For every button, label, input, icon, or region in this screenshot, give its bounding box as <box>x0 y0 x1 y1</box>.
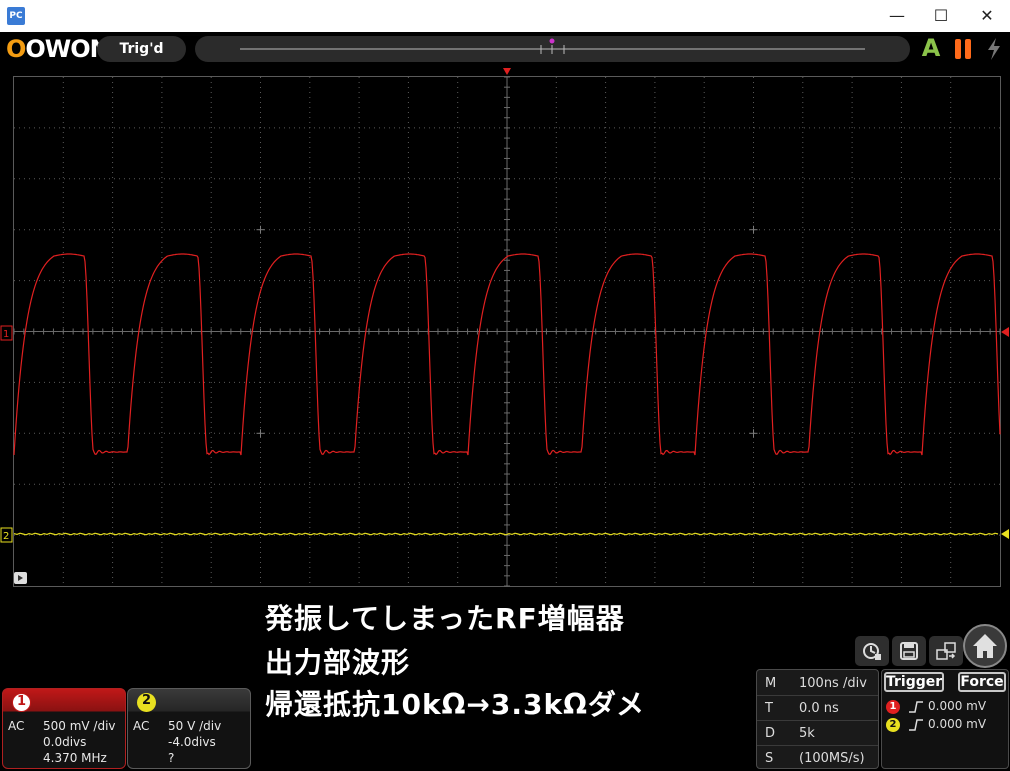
rising-edge-icon <box>909 718 923 731</box>
timebase-row-s: S (100MS/s) <box>765 751 865 766</box>
ch2-offset: -4.0divs <box>168 735 216 749</box>
title-bar: PC — ☐ ✕ <box>0 0 1010 32</box>
close-button[interactable]: ✕ <box>964 0 1010 32</box>
ch2-trigger-level: 0.000 mV <box>928 717 987 731</box>
timebase-row-d: D 5k <box>757 722 878 746</box>
minimize-button[interactable]: — <box>874 0 920 32</box>
ch1-marker-label: 1 <box>3 329 9 340</box>
ch2-badge: 2 <box>137 693 156 712</box>
note-line-1: 発振してしまったRF増幅器 <box>265 602 625 635</box>
trigger-status-badge: Trig'd <box>97 36 186 62</box>
waveform-position-bar[interactable] <box>195 36 910 62</box>
ch1-trigger-level: 0.000 mV <box>928 699 987 713</box>
ch1-frequency: 4.370 MHz <box>43 751 107 765</box>
ch2-trigger-row[interactable]: 2 0.000 mV <box>886 716 986 732</box>
force-button[interactable]: Force <box>958 672 1006 692</box>
pause-icon[interactable] <box>952 34 976 64</box>
note-line-3: 帰還抵抗10kΩ→3.3kΩダメ <box>265 688 646 721</box>
scope-screen: 1 2 <box>0 66 1010 590</box>
ch2-coupling: AC <box>133 719 150 733</box>
timebase-row-t: T 0.0 ns <box>757 697 878 721</box>
timebase-panel[interactable]: M 100ns /div T 0.0 ns D 5k S (100MS/s) <box>756 669 879 769</box>
cursor-icon[interactable] <box>855 636 889 666</box>
ch1-badge: 1 <box>12 693 31 712</box>
ch1-coupling: AC <box>8 719 25 733</box>
trigger-button[interactable]: Trigger <box>884 672 944 692</box>
rising-edge-icon <box>909 700 923 713</box>
scope-display: 1 2 <box>0 66 1010 590</box>
ch2-trigger-badge: 2 <box>886 717 900 732</box>
trigger-panel: Trigger Force 1 0.000 mV 2 0.000 mV <box>881 669 1009 769</box>
swap-icon[interactable] <box>929 636 963 666</box>
ch2-scale: 50 V /div <box>168 719 222 733</box>
toolbar: OOWON Trig'd A <box>0 32 1010 66</box>
maximize-button[interactable]: ☐ <box>918 0 964 32</box>
ch2-panel[interactable]: 2 AC 50 V /div -4.0divs ? <box>127 688 251 769</box>
ch2-marker-label: 2 <box>3 531 9 542</box>
auto-icon[interactable]: A <box>918 34 944 64</box>
ch2-frequency: ? <box>168 751 175 765</box>
ch1-panel[interactable]: 1 AC 500 mV /div 0.0divs 4.370 MHz <box>2 688 126 769</box>
owon-logo: OOWON <box>6 35 110 63</box>
note-line-2: 出力部波形 <box>265 646 411 679</box>
ch1-scale: 500 mV /div <box>43 719 116 733</box>
lightning-icon[interactable] <box>983 34 1005 64</box>
position-bar-graphic <box>240 38 865 54</box>
home-icon[interactable] <box>963 624 1007 668</box>
ch1-trigger-row[interactable]: 1 0.000 mV <box>886 698 986 714</box>
save-icon[interactable] <box>892 636 926 666</box>
timebase-row-m: M 100ns /div <box>757 672 878 696</box>
ch1-trigger-badge: 1 <box>886 699 900 714</box>
ch1-offset: 0.0divs <box>43 735 87 749</box>
app-icon: PC <box>7 7 25 25</box>
